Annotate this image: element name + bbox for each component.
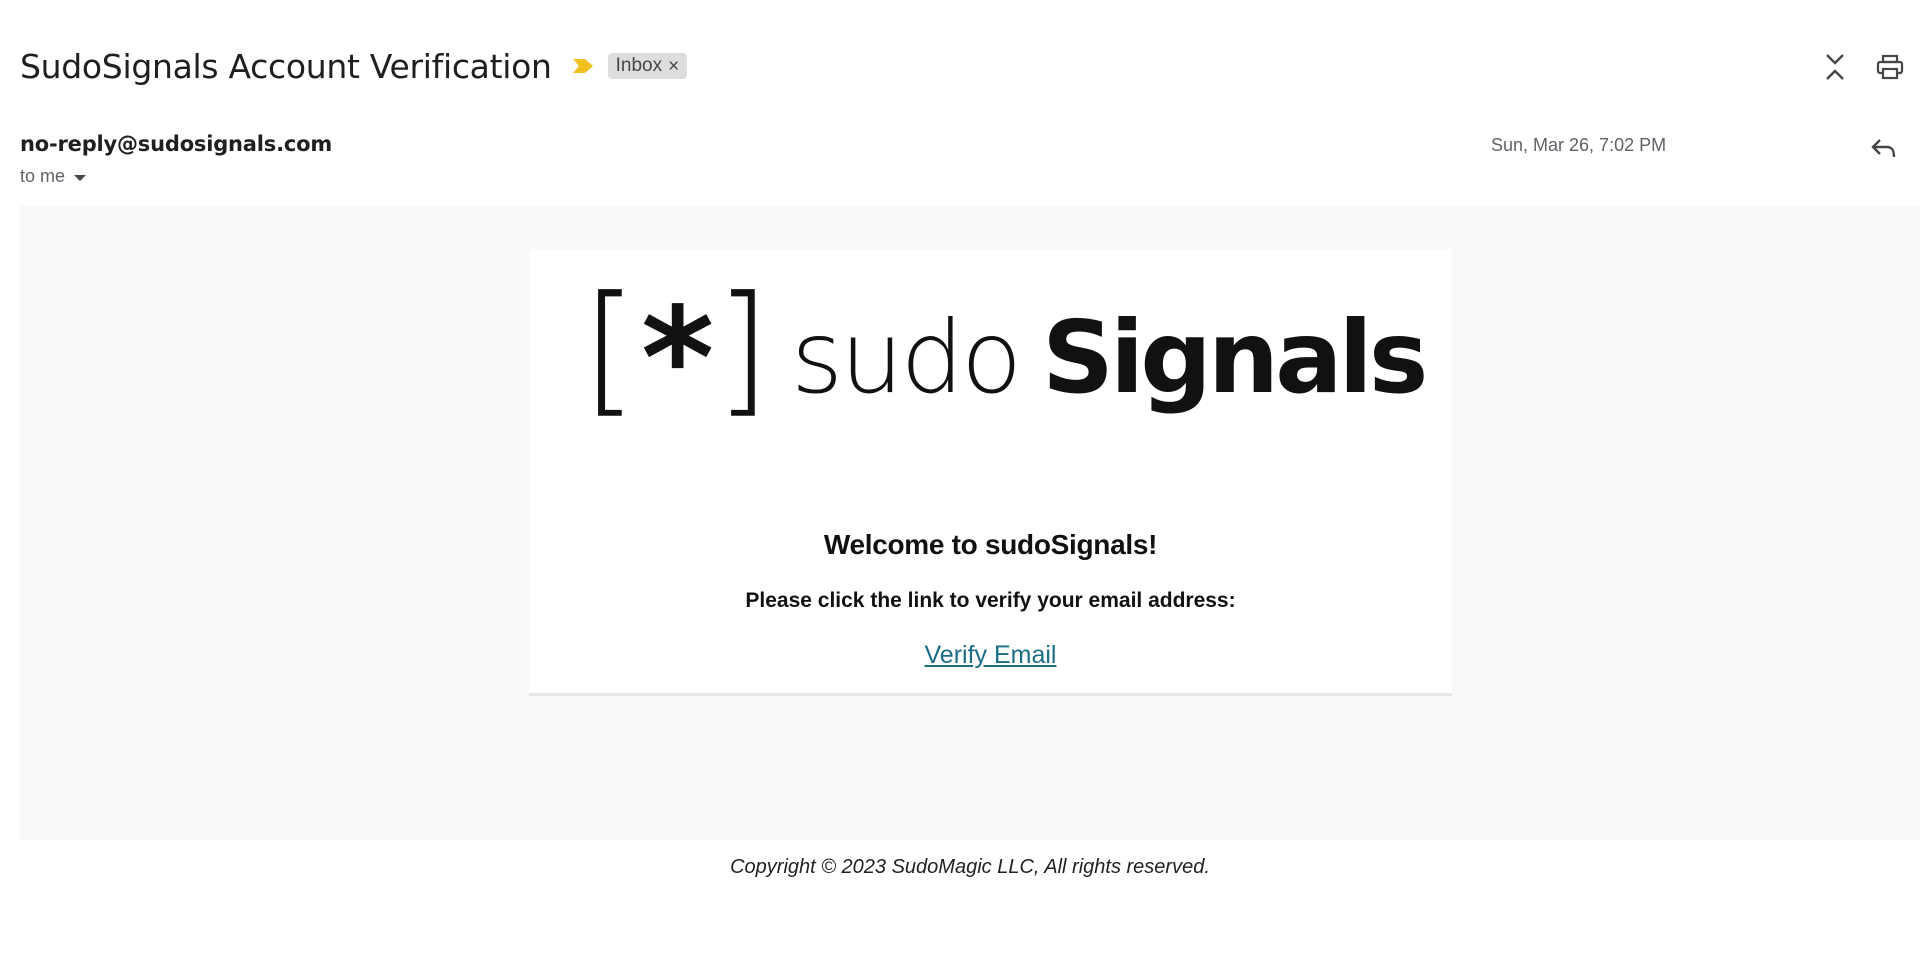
- logo-star: *: [641, 289, 714, 419]
- logo-bracket-close: ]: [715, 289, 770, 419]
- importance-marker-icon[interactable]: [572, 57, 594, 75]
- label-name: Inbox: [615, 55, 663, 76]
- message-date: Sun, Mar 26, 7:02 PM: [1491, 135, 1667, 155]
- email-card: [ * ] sudo Signals Welcome to sudoSignal…: [529, 249, 1452, 696]
- sender-address: no-reply@sudosignals.com: [20, 132, 333, 156]
- verify-email-link[interactable]: Verify Email: [529, 641, 1452, 670]
- email-subject: SudoSignals Account Verification: [20, 46, 552, 86]
- recipient-label: to me: [20, 166, 66, 186]
- sudosignals-logo: [ * ] sudo Signals: [582, 289, 1428, 419]
- copyright-footer: Copyright © 2023 SudoMagic LLC, All righ…: [730, 856, 1210, 878]
- subject-row: SudoSignals Account Verification Inbox ×: [20, 44, 688, 88]
- recipient-details-toggle[interactable]: to me: [20, 166, 87, 187]
- welcome-heading: Welcome to sudoSignals!: [823, 529, 1158, 560]
- verify-instruction: Please click the link to verify your ema…: [745, 589, 1236, 612]
- email-body: [ * ] sudo Signals Welcome to sudoSignal…: [20, 206, 1920, 840]
- logo-wordmark-light: sudo: [791, 299, 1019, 416]
- print-icon[interactable]: [1873, 50, 1907, 84]
- inbox-label-chip: Inbox ×: [607, 53, 688, 79]
- remove-label-button[interactable]: ×: [668, 57, 679, 76]
- caret-down-icon: [73, 166, 87, 187]
- logo-bracket-open: [: [582, 289, 637, 419]
- collapse-all-icon[interactable]: [1818, 50, 1852, 84]
- reply-icon[interactable]: [1867, 131, 1901, 165]
- logo-wordmark-bold: Signals: [1042, 299, 1424, 416]
